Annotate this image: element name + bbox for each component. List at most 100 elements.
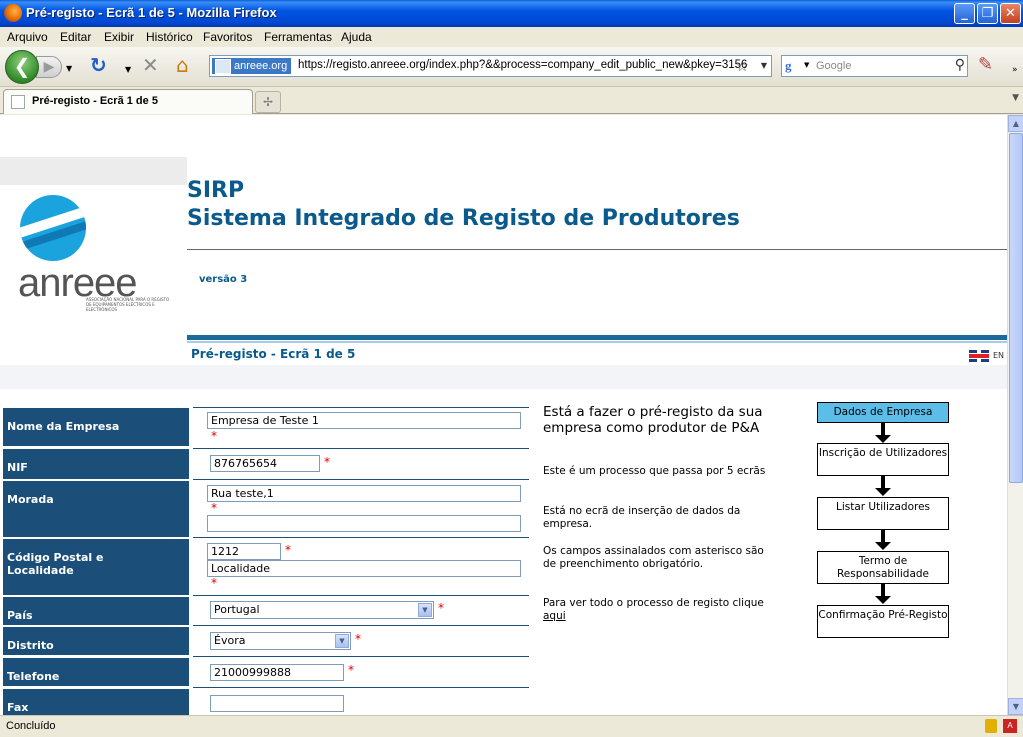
language-link[interactable]: EN: [993, 351, 1004, 360]
row-divider: [193, 448, 529, 449]
tab-preregisto[interactable]: Pré-registo - Ecrã 1 de 5: [3, 89, 253, 114]
reload-icon[interactable]: ↻: [90, 55, 107, 75]
new-tab-button[interactable]: ✢: [255, 91, 281, 113]
arrow-down-icon: [875, 530, 891, 550]
arrow-down-icon: [875, 584, 891, 604]
divider: [187, 249, 1007, 250]
tab-bar: Pré-registo - Ecrã 1 de 5 ✢ ▼: [0, 87, 1023, 114]
status-bar: Concluído A: [0, 715, 1023, 737]
close-button[interactable]: ✕: [1000, 3, 1021, 24]
menu-ferramentas[interactable]: Ferramentas: [264, 30, 332, 44]
tab-label: Pré-registo - Ecrã 1 de 5: [32, 95, 158, 107]
search-bar[interactable]: g ▼ Google ⚲: [781, 55, 968, 77]
search-engine-dropdown-icon[interactable]: ▼: [804, 61, 809, 69]
required-mark: *: [324, 455, 330, 469]
lock-icon[interactable]: [985, 719, 997, 733]
back-arrow-icon: ❮: [13, 54, 31, 78]
anreee-logo-icon: [20, 195, 86, 261]
chevron-down-icon[interactable]: ▼: [418, 603, 432, 617]
flow-step-termo: Termo de Responsabilidade: [817, 551, 949, 584]
address-dropdown-icon[interactable]: ▼: [761, 61, 767, 70]
google-icon[interactable]: g: [785, 58, 801, 74]
label-nome-empresa: Nome da Empresa: [3, 408, 189, 446]
row-divider: [193, 537, 529, 538]
site-identity-button[interactable]: anreee.org: [212, 58, 292, 74]
favicon-icon: [11, 95, 25, 109]
required-mark: *: [211, 429, 217, 443]
row-divider: [193, 407, 529, 408]
menu-arquivo[interactable]: Arquivo: [7, 30, 48, 44]
required-mark: *: [348, 663, 354, 677]
info-paragraph-3: Os campos assinalados com asterisco são …: [543, 545, 764, 570]
arrow-down-icon: [875, 476, 891, 496]
divider-thick: [187, 335, 1007, 340]
menu-bar: Arquivo Editar Exibir Histórico Favorito…: [0, 27, 1023, 47]
reload-dropdown-icon[interactable]: ▼: [125, 61, 131, 79]
address-bar[interactable]: anreee.org https://registo.anreee.org/in…: [209, 55, 772, 77]
step-title: Pré-registo - Ecrã 1 de 5: [191, 347, 356, 361]
label-codigo-postal: Código Postal e Localidade: [3, 539, 189, 595]
telefone-input[interactable]: 21000999888: [210, 664, 344, 681]
scroll-up-icon[interactable]: ▲: [1008, 115, 1023, 132]
window-titlebar: Pré-registo - Ecrã 1 de 5 - Mozilla Fire…: [0, 0, 1023, 27]
codigo-postal-input[interactable]: 1212: [207, 543, 281, 560]
label-morada: Morada: [3, 481, 189, 537]
distrito-select[interactable]: Évora ▼: [210, 632, 351, 650]
scrollbar-thumb[interactable]: [1009, 133, 1023, 483]
row-divider: [193, 595, 529, 596]
menu-editar[interactable]: Editar: [60, 30, 91, 44]
forward-button[interactable]: ▶: [36, 56, 62, 78]
stop-icon[interactable]: ✕: [142, 55, 159, 75]
search-icon[interactable]: ⚲: [955, 57, 965, 73]
firefox-icon: [4, 4, 22, 22]
morada-input-2[interactable]: [207, 515, 521, 532]
distrito-selected-value: Évora: [214, 634, 246, 647]
pdf-icon[interactable]: A: [1003, 719, 1017, 733]
flow-step-listar: Listar Utilizadores: [817, 497, 949, 530]
required-mark: *: [285, 543, 291, 557]
arrow-down-icon: [875, 423, 891, 443]
window-title: Pré-registo - Ecrã 1 de 5 - Mozilla Fire…: [26, 5, 277, 20]
home-icon[interactable]: ⌂: [176, 55, 189, 75]
morada-input-1[interactable]: Rua teste,1: [207, 485, 521, 502]
row-divider: [193, 625, 529, 626]
tab-list-icon[interactable]: ▼: [1012, 93, 1019, 103]
row-divider: [193, 687, 529, 688]
scroll-down-icon[interactable]: ▼: [1008, 698, 1023, 715]
vertical-scrollbar[interactable]: ▲ ▼: [1007, 115, 1023, 715]
required-mark: *: [211, 576, 217, 590]
addon-icon[interactable]: ✎: [978, 56, 993, 74]
fax-input[interactable]: [210, 695, 344, 712]
chevron-down-icon[interactable]: ▼: [335, 634, 349, 648]
minimize-button[interactable]: _: [954, 3, 975, 24]
required-mark: *: [211, 501, 217, 515]
flow-step-inscricao: Inscrição de Utilizadores: [817, 443, 949, 476]
label-pais: País: [3, 597, 189, 625]
pais-select[interactable]: Portugal ▼: [210, 601, 434, 619]
required-mark: *: [355, 632, 361, 646]
nome-empresa-input[interactable]: Empresa de Teste 1: [207, 412, 521, 429]
menu-exibir[interactable]: Exibir: [104, 30, 134, 44]
address-url[interactable]: https://registo.anreee.org/index.php?&&p…: [298, 59, 747, 71]
version-label: versão 3: [199, 274, 248, 285]
header-strip: [0, 157, 187, 185]
label-fax: Fax: [3, 689, 189, 715]
nif-input[interactable]: 876765654: [210, 455, 320, 472]
star-icon[interactable]: ☆: [736, 57, 749, 75]
menu-ajuda[interactable]: Ajuda: [341, 30, 372, 44]
status-text: Concluído: [6, 720, 56, 732]
toolbar-overflow-icon[interactable]: »: [1012, 61, 1018, 79]
search-input[interactable]: Google: [816, 60, 851, 72]
menu-historico[interactable]: Histórico: [146, 30, 193, 44]
flow-step-confirmacao: Confirmação Pré-Registo: [817, 605, 949, 638]
maximize-button[interactable]: ❐: [977, 3, 998, 24]
label-nif: NIF: [3, 449, 189, 479]
uk-flag-icon[interactable]: [969, 350, 989, 362]
process-link[interactable]: aqui: [543, 610, 566, 622]
localidade-input[interactable]: Localidade: [207, 560, 521, 577]
history-dropdown-icon[interactable]: ▼: [66, 60, 72, 78]
back-button[interactable]: ❮: [5, 50, 39, 84]
menu-favoritos[interactable]: Favoritos: [203, 30, 252, 44]
row-divider: [193, 479, 529, 480]
gray-strip: [0, 365, 1007, 389]
